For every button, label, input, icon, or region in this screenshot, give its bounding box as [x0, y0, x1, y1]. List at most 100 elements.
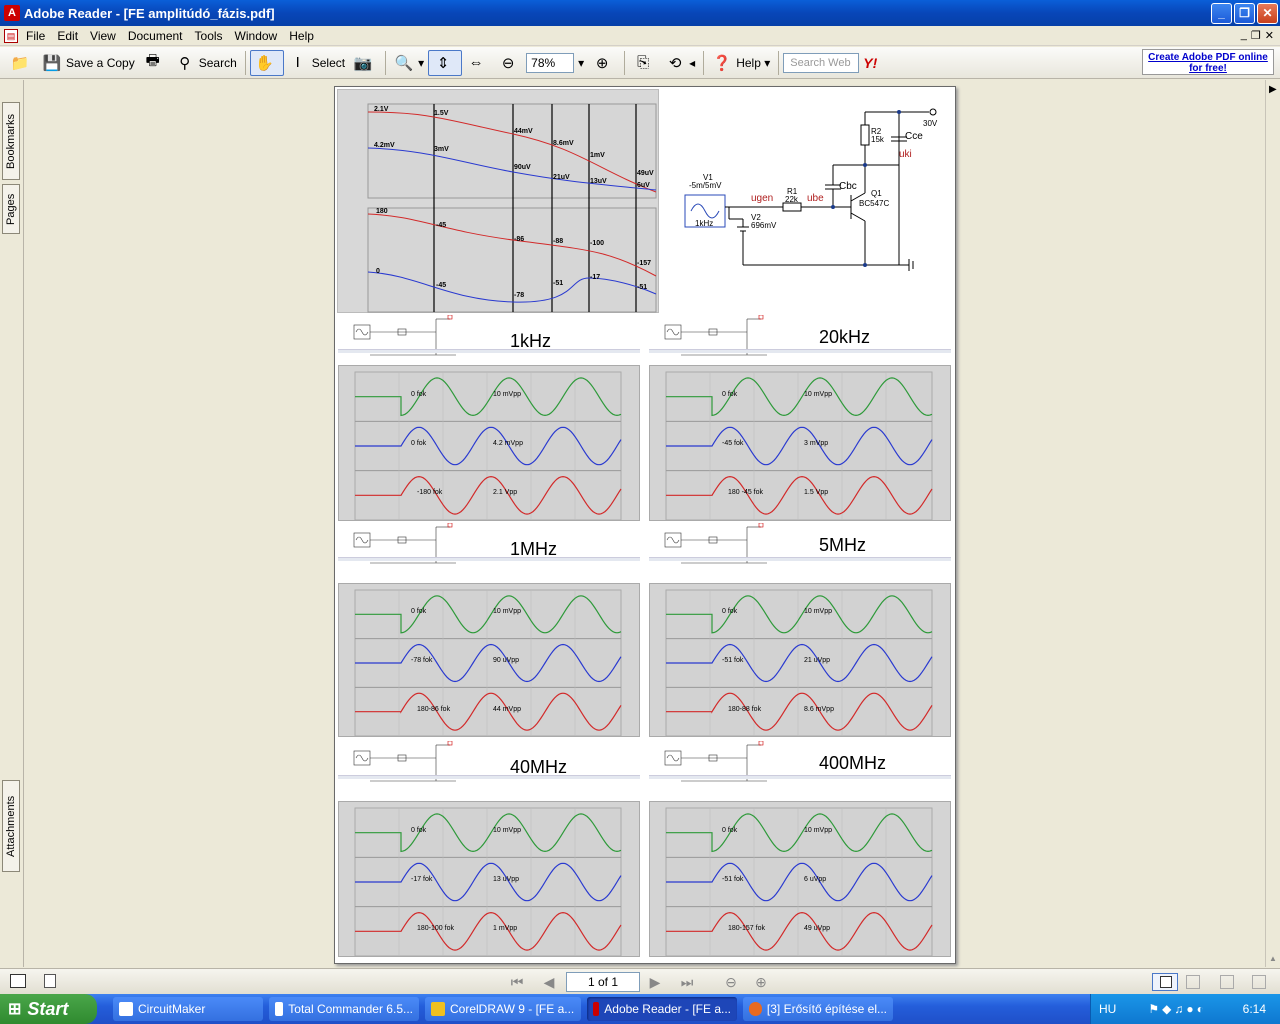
panel-scrollbar [338, 775, 640, 779]
actual-size-button[interactable]: ⇕ [428, 49, 463, 76]
page-view-icon[interactable] [10, 974, 26, 988]
yahoo-button[interactable]: Y! [859, 50, 881, 76]
facing-layout-button[interactable] [1220, 975, 1234, 989]
amplitude-label: 1.5 Vpp [804, 489, 829, 497]
bode-label: 13uV [590, 178, 607, 185]
bode-plot-graphic [367, 103, 657, 313]
task-coreldraw[interactable]: CorelDRAW 9 - [FE a... [425, 997, 581, 1021]
amplitude-label: 10 mVpp [804, 826, 833, 834]
menu-file[interactable]: File [20, 29, 51, 43]
panel-scrollbar [338, 349, 640, 353]
task-circuitmaker[interactable]: CircuitMaker [113, 997, 263, 1021]
title-bar: A Adobe Reader - [FE amplitúdó_fázis.pdf… [0, 0, 1280, 26]
panel-scrollbar [649, 775, 951, 779]
zoom-in-button[interactable]: ⊕ [588, 50, 620, 76]
help-button[interactable]: ❓ Help ▾ [708, 50, 774, 76]
expand-panel-arrow-icon[interactable]: ▶ [1269, 84, 1277, 95]
minimize-button[interactable]: _ [1211, 2, 1232, 24]
oscilloscope-plot: 0 fok 10 mVpp -78 fok 90 uVpp 180-86 fok 44 m… [338, 583, 640, 737]
zoom-dropdown-button[interactable]: ▾ [574, 50, 588, 76]
tray-icons[interactable]: ⚑◆♫●◐ [1148, 1002, 1206, 1016]
oscilloscope-graphic [354, 589, 622, 737]
pages-tab[interactable]: Pages [2, 184, 20, 234]
ube-label: ube [807, 193, 824, 204]
menu-document[interactable]: Document [122, 29, 189, 43]
zoom-out-button[interactable]: ⊖ [494, 50, 526, 76]
single-page-layout-button[interactable] [1152, 973, 1178, 991]
task-total-commander[interactable]: Total Commander 6.5... [269, 997, 419, 1021]
floppy-disk-icon: 💾 [42, 54, 62, 72]
first-page-button[interactable]: ⏮ [508, 973, 526, 991]
phase-label: -17 fok [411, 876, 433, 883]
amplitude-label: 2.1 Vpp [493, 489, 518, 497]
right-scrollbar[interactable]: ▶ ▲ [1265, 80, 1280, 967]
search-button[interactable]: ⚲ Search [171, 50, 241, 76]
maximize-button[interactable]: ❐ [1234, 2, 1255, 24]
continuous-layout-button[interactable] [1186, 975, 1200, 989]
fit-width-button[interactable]: ⇔ [462, 50, 494, 76]
bode-label: -51 [637, 284, 648, 291]
task-firefox[interactable]: [3] Erősítő építése el... [743, 997, 893, 1021]
save-copy-button[interactable]: 💾 Save a Copy [38, 50, 139, 76]
previous-page-button[interactable]: ◀ [540, 973, 558, 991]
plus-circle-icon: ⊕ [595, 54, 609, 72]
save-copy-label: Save a Copy [66, 55, 135, 70]
document-icon[interactable] [44, 974, 56, 988]
snapshot-button[interactable]: 📷 [349, 50, 381, 76]
phase-label: 0 fok [411, 440, 427, 447]
doc-restore-button[interactable]: ❐ [1251, 29, 1261, 42]
camera-icon: 📷 [353, 54, 373, 72]
zoom-in-tool-button[interactable]: 🔍 ▾ [390, 50, 428, 76]
phase-label: -180 fok [417, 489, 443, 497]
select-tool-button[interactable]: I Select [284, 50, 349, 76]
menu-tools[interactable]: Tools [189, 29, 229, 43]
close-button[interactable]: ✕ [1257, 2, 1278, 24]
language-indicator[interactable]: HU [1099, 1002, 1116, 1016]
doc-minimize-button[interactable]: _ [1241, 29, 1247, 42]
menu-help[interactable]: Help [283, 29, 320, 43]
hand-tool-button[interactable]: ✋ [249, 49, 284, 76]
panel-scrollbar [649, 557, 951, 561]
circuitmaker-icon [119, 1002, 133, 1016]
go-back-button[interactable]: ⊖ [722, 973, 740, 991]
task-adobe-reader[interactable]: Adobe Reader - [FE a... [587, 997, 737, 1021]
amplitude-label: 90 uVpp [493, 657, 520, 664]
menu-edit[interactable]: Edit [51, 29, 84, 43]
cbc-label: Cbc [839, 181, 857, 192]
open-button[interactable]: 📁 [6, 50, 38, 76]
bookmarks-tab[interactable]: Bookmarks [2, 102, 20, 180]
bode-label: -45 [436, 222, 447, 229]
last-page-button[interactable]: ⏭ [678, 973, 696, 991]
next-page-button[interactable]: ▶ [646, 973, 664, 991]
search-web-input[interactable]: Search Web [783, 52, 860, 73]
menu-window[interactable]: Window [229, 29, 284, 43]
phase-label: 0 fok [411, 826, 427, 834]
create-pdf-online-link[interactable]: Create Adobe PDF online for free! [1142, 49, 1274, 75]
rotate-view-button[interactable]: ⟲ ◂ [661, 50, 699, 76]
phase-label: 180 -45 fok [728, 489, 764, 497]
menu-view[interactable]: View [84, 29, 122, 43]
attachments-tab[interactable]: Attachments [2, 780, 20, 872]
pdf-document-icon[interactable]: ▤ [4, 28, 18, 43]
task-label: CircuitMaker [138, 1002, 206, 1016]
select-label: Select [311, 55, 346, 70]
page-number-input[interactable]: 1 of 1 [566, 972, 640, 992]
print-button[interactable]: 🖶 [139, 50, 171, 76]
continuous-facing-layout-button[interactable] [1252, 975, 1266, 989]
v1-frequency-label: 1kHz [695, 219, 714, 228]
zoom-input[interactable] [526, 52, 575, 73]
doc-close-button[interactable]: ✕ [1265, 29, 1274, 42]
amplifier-schematic: 30V R2 15k Cce uki V1 -5m/5mV 1kHz ugen … [675, 97, 953, 277]
go-forward-button[interactable]: ⊕ [752, 973, 770, 991]
bode-label: 21uV [553, 174, 570, 181]
document-area[interactable]: 2.1V 1.5V 44mV 8.6mV 1mV 49uV 4.2mV 3mV … [25, 80, 1265, 967]
start-button[interactable]: ⊞ Start [0, 994, 97, 1024]
amplitude-label: 6 uVpp [804, 876, 827, 883]
minus-circle-icon: ⊖ [501, 54, 515, 72]
rotate-button[interactable]: ⎘ [629, 50, 661, 76]
phase-label: 0 fok [722, 390, 738, 398]
scroll-up-arrow-icon[interactable]: ▲ [1269, 954, 1277, 963]
oscilloscope-graphic [354, 807, 622, 957]
bode-label: 0 [376, 268, 380, 275]
bode-label: 90uV [514, 164, 531, 171]
